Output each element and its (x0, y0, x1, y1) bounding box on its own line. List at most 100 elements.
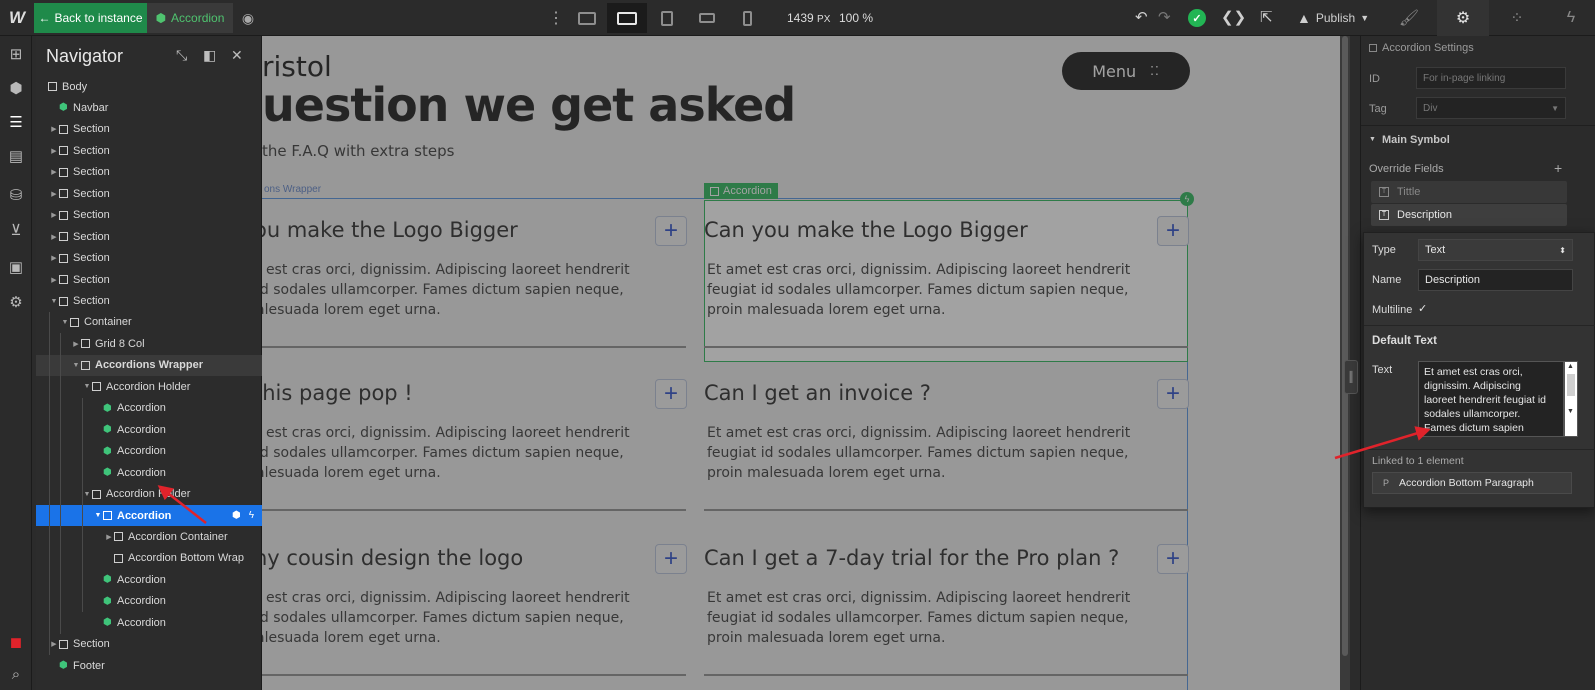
caret-down-icon[interactable]: ▼ (49, 298, 59, 305)
scroll-down-icon[interactable]: ▼ (1567, 408, 1574, 415)
canvas-scroll-thumb[interactable] (1342, 36, 1348, 656)
record-icon[interactable]: ◼ (0, 626, 32, 658)
override-field-item-active[interactable]: T Description (1371, 204, 1567, 226)
add-icon[interactable]: ⊞ (0, 38, 32, 70)
code-icon[interactable]: ❮❯ (1221, 8, 1246, 26)
caret-right-icon[interactable]: ▶ (49, 276, 59, 284)
navigator-row[interactable]: ▶ Section (36, 634, 262, 655)
caret-right-icon[interactable]: ▶ (49, 211, 59, 219)
mobile-portrait-breakpoint-button[interactable] (727, 3, 767, 33)
canvas-zoom-readout[interactable]: 100 % (839, 11, 873, 25)
caret-down-icon[interactable]: ▼ (60, 319, 70, 326)
id-input[interactable]: For in-page linking (1416, 67, 1566, 89)
navigator-row[interactable]: ▶ Section (36, 269, 262, 290)
navigator-row[interactable]: ▶ Section (36, 183, 262, 204)
caret-down-icon[interactable]: ▼ (82, 491, 92, 498)
navigator-row[interactable]: ▶ Accordion Container (36, 526, 262, 547)
redo-icon[interactable]: ↷ (1158, 8, 1171, 26)
navigator-row-selected[interactable]: ▼ Accordion ⬢ ϟ (36, 505, 262, 526)
navigator-icon[interactable]: ☰ (0, 106, 32, 138)
navigator-row[interactable]: ⬢ Accordion (36, 612, 262, 633)
navigator-row[interactable]: ▼ Accordion Holder (36, 376, 262, 397)
caret-down-icon[interactable]: ▼ (71, 362, 81, 369)
bolt-icon[interactable]: ϟ (249, 510, 254, 521)
override-field-item[interactable]: T Tittle (1371, 181, 1567, 203)
caret-right-icon[interactable]: ▶ (49, 168, 59, 176)
mobile-landscape-breakpoint-button[interactable] (687, 3, 727, 33)
cms-database-icon[interactable]: ⛁ (0, 179, 32, 211)
saved-check-icon[interactable]: ✓ (1188, 9, 1206, 27)
caret-right-icon[interactable]: ▶ (49, 125, 59, 133)
navigator-row[interactable]: ⬢ Accordion (36, 591, 262, 612)
navigator-row[interactable]: ⬢ Navbar (36, 97, 262, 118)
close-icon[interactable]: ✕ (231, 47, 243, 64)
navigator-row[interactable]: ⬢ Accordion (36, 398, 262, 419)
caret-down-icon[interactable]: ▼ (82, 383, 92, 390)
navigator-row[interactable]: Accordion Bottom Wrap (36, 548, 262, 569)
collapse-all-icon[interactable]: ⤡ (176, 47, 187, 64)
navigator-row[interactable]: ▼ Container (36, 312, 262, 333)
style-manager-tab[interactable]: ⁘ (1491, 0, 1543, 36)
caret-right-icon[interactable]: ▶ (49, 190, 59, 198)
name-input[interactable]: Description (1418, 269, 1573, 291)
tag-select[interactable]: Div ▼ (1416, 97, 1566, 119)
symbols-cube-icon[interactable]: ⬢ (0, 72, 32, 104)
caret-right-icon[interactable]: ▶ (49, 233, 59, 241)
more-options-icon[interactable]: ⋮ (548, 8, 564, 28)
symbol-icon[interactable]: ⬢ (232, 510, 241, 521)
main-symbol-section[interactable]: ▼ Main Symbol (1361, 125, 1595, 153)
undo-icon[interactable]: ↶ (1135, 8, 1148, 26)
desktop-breakpoint-button[interactable] (607, 3, 647, 33)
desktop-large-breakpoint-button[interactable] (567, 3, 607, 33)
navigator-row[interactable]: ▶ Section (36, 162, 262, 183)
tablet-breakpoint-button[interactable] (647, 3, 687, 33)
canvas-width-readout[interactable]: 1439 PX (787, 11, 830, 25)
publish-button[interactable]: ▲ Publish ▼ (1297, 3, 1377, 33)
style-brush-tab[interactable]: 🖌 (1383, 0, 1435, 36)
ecommerce-cart-icon[interactable]: ⊻ (0, 214, 32, 246)
navigator-row[interactable]: ▶ Section (36, 205, 262, 226)
navigator-row[interactable]: ▶ Grid 8 Col (36, 333, 262, 354)
navigator-row[interactable]: ▼ Accordions Wrapper (36, 354, 262, 376)
settings-tab[interactable]: ⚙ (1437, 0, 1489, 36)
interactions-tab[interactable]: ϟ (1545, 0, 1595, 36)
design-canvas[interactable]: ristol uestion we get asked the F.A.Q wi… (262, 36, 1340, 690)
caret-right-icon[interactable]: ▶ (49, 147, 59, 155)
navigator-row[interactable]: ▶ Section (36, 248, 262, 269)
pages-icon[interactable]: ▤ (0, 140, 32, 172)
navigator-row[interactable]: ▶ Section (36, 226, 262, 247)
navigator-row[interactable]: ⬢ Footer (36, 655, 262, 676)
caret-right-icon[interactable]: ▶ (104, 533, 114, 541)
navigator-row[interactable]: ▶ Section (36, 119, 262, 140)
assets-image-icon[interactable]: ▣ (0, 251, 32, 283)
caret-right-icon[interactable]: ▶ (71, 340, 81, 348)
export-icon[interactable]: ⇱ (1260, 8, 1273, 26)
preview-eye-icon[interactable]: ◉ (233, 3, 263, 33)
navigator-row[interactable]: Body (36, 76, 262, 97)
caret-down-icon[interactable]: ▼ (93, 512, 103, 519)
webflow-logo[interactable]: W (0, 0, 34, 36)
default-text-textarea[interactable]: Et amet est cras orci, dignissim. Adipisc… (1418, 361, 1564, 437)
navigator-row[interactable]: ▼ Accordion Holder (36, 484, 262, 505)
type-select[interactable]: Text ⬍ (1418, 239, 1573, 261)
navigator-row[interactable]: ⬢ Accordion (36, 419, 262, 440)
textarea-scroll-thumb[interactable] (1567, 374, 1575, 396)
settings-gear-icon[interactable]: ⚙ (0, 286, 32, 318)
back-to-instance-button[interactable]: ← Back to instance (34, 3, 147, 33)
scroll-up-icon[interactable]: ▲ (1567, 363, 1574, 370)
navigator-row[interactable]: ▶ Section (36, 140, 262, 161)
add-field-icon[interactable]: + (1554, 160, 1562, 176)
symbol-instance-button[interactable]: ⬢ Accordion (147, 3, 233, 33)
navigator-row[interactable]: ⬢ Accordion (36, 462, 262, 483)
textarea-scrollbar[interactable]: ▲ ▼ (1564, 361, 1578, 437)
navigator-row[interactable]: ▼ Section (36, 291, 262, 312)
navigator-row[interactable]: ⬢ Accordion (36, 441, 262, 462)
linked-element-item[interactable]: P Accordion Bottom Paragraph (1372, 472, 1572, 494)
caret-right-icon[interactable]: ▶ (49, 254, 59, 262)
multiline-checkbox[interactable]: ✓ (1418, 303, 1430, 315)
panel-resize-handle[interactable]: ║ (1344, 360, 1358, 394)
dock-panel-icon[interactable]: ◧ (203, 47, 216, 64)
caret-right-icon[interactable]: ▶ (49, 640, 59, 648)
navigator-row[interactable]: ⬢ Accordion (36, 569, 262, 590)
search-icon[interactable]: ⌕ (0, 658, 32, 690)
